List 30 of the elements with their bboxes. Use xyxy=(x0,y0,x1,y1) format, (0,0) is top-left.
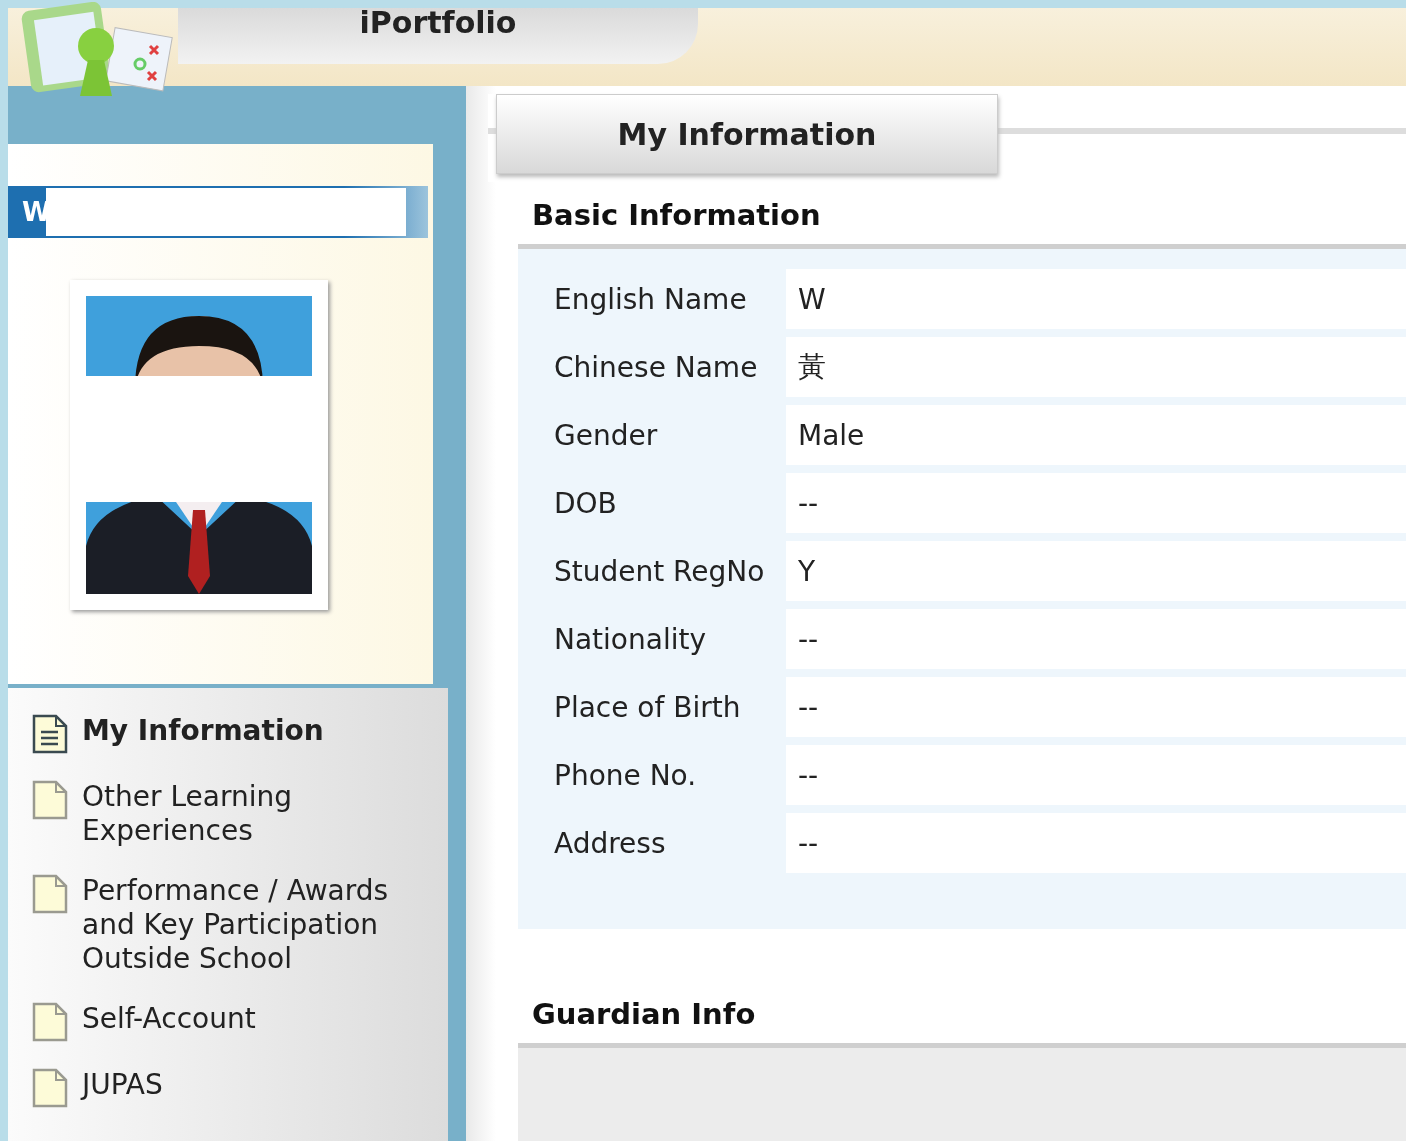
field-value: -- xyxy=(786,677,1406,737)
field-label: English Name xyxy=(553,282,748,316)
tab[interactable]: My Information xyxy=(496,94,998,174)
field-value: -- xyxy=(786,473,1406,533)
field-label: Phone No. xyxy=(553,758,698,792)
field-label: Chinese Name xyxy=(553,350,759,384)
field-value: Y xyxy=(786,541,1406,601)
field-label: Student RegNo xyxy=(553,554,766,588)
field-value: -- xyxy=(786,745,1406,805)
document-icon xyxy=(32,874,68,914)
document-icon xyxy=(32,1068,68,1108)
sidebar-item[interactable]: My Information xyxy=(32,714,448,754)
field-label: DOB xyxy=(553,486,618,520)
document-lines-icon xyxy=(32,714,68,754)
document-icon xyxy=(32,780,68,820)
field-value: 黃 xyxy=(786,337,1406,397)
sidebar-item[interactable]: Performance / Awards and Key Participation Outside School xyxy=(32,874,448,976)
field-label: Place of Birth xyxy=(553,690,742,724)
sidebar-item[interactable]: JUPAS xyxy=(32,1068,448,1108)
field-value: W xyxy=(786,269,1406,329)
field-value: -- xyxy=(786,813,1406,873)
sidebar-item[interactable]: Other Learning Experiences xyxy=(32,780,448,848)
field-label: Gender xyxy=(553,418,659,452)
app-title: iPortfolio xyxy=(359,8,517,38)
field-value: -- xyxy=(786,609,1406,669)
document-icon xyxy=(32,1002,68,1042)
field-label: Nationality xyxy=(553,622,707,656)
field-value: Male xyxy=(786,405,1406,465)
field-label: Address xyxy=(553,826,667,860)
sidebar-item[interactable]: Self-Account xyxy=(32,1002,448,1042)
